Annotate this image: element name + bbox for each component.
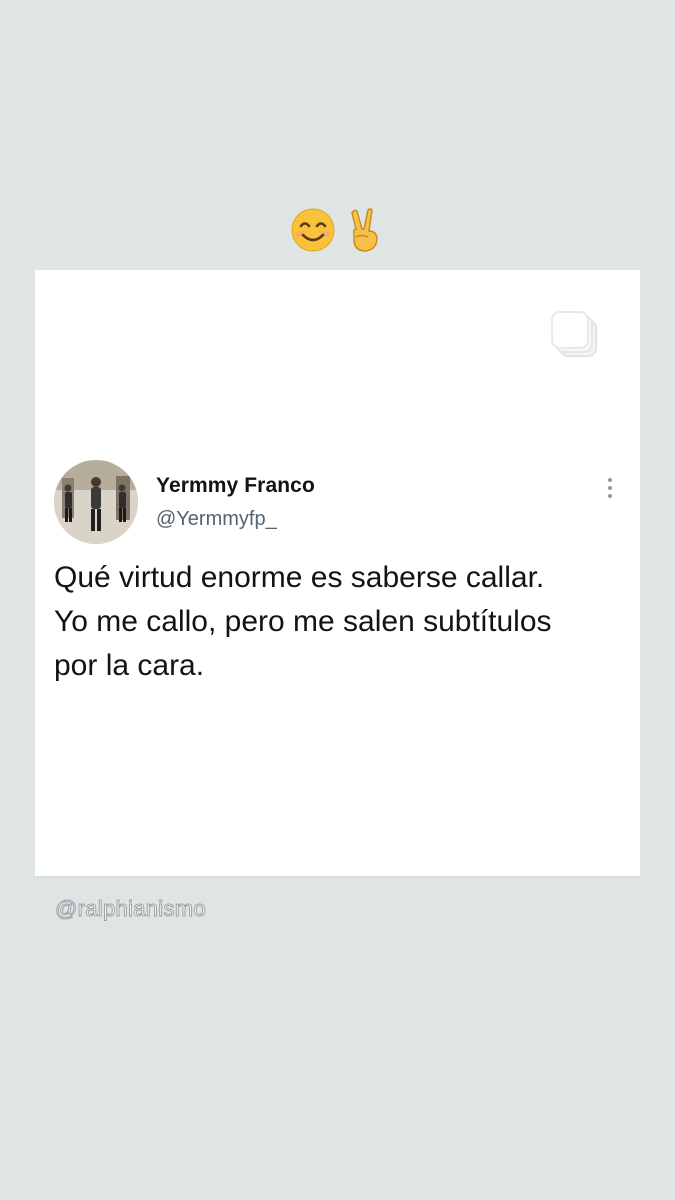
tweet-text: Qué virtud enorme es saberse callar. Yo … (54, 556, 629, 688)
watermark-mention[interactable]: @ralphianismo (55, 896, 207, 922)
story-canvas: Yermmy Franco @Yermmyfp_ Qué virtud enor… (0, 0, 675, 1200)
more-options-icon[interactable] (600, 476, 620, 500)
tweet-text-line: Yo me callo, pero me salen subtítulos (54, 605, 552, 638)
tweet-text-line: Qué virtud enorme es saberse callar. (54, 561, 545, 594)
emoji-stickers[interactable] (290, 207, 388, 253)
tweet-text-line: por la cara. (54, 649, 205, 682)
author-name[interactable]: Yermmy Franco (156, 474, 315, 498)
victory-hand-icon (351, 208, 378, 252)
profile-photo (54, 460, 138, 544)
smiling-face-icon (291, 208, 335, 252)
copy-icon[interactable] (548, 308, 600, 360)
author-handle[interactable]: @Yermmyfp_ (156, 508, 277, 531)
avatar[interactable] (54, 460, 138, 544)
